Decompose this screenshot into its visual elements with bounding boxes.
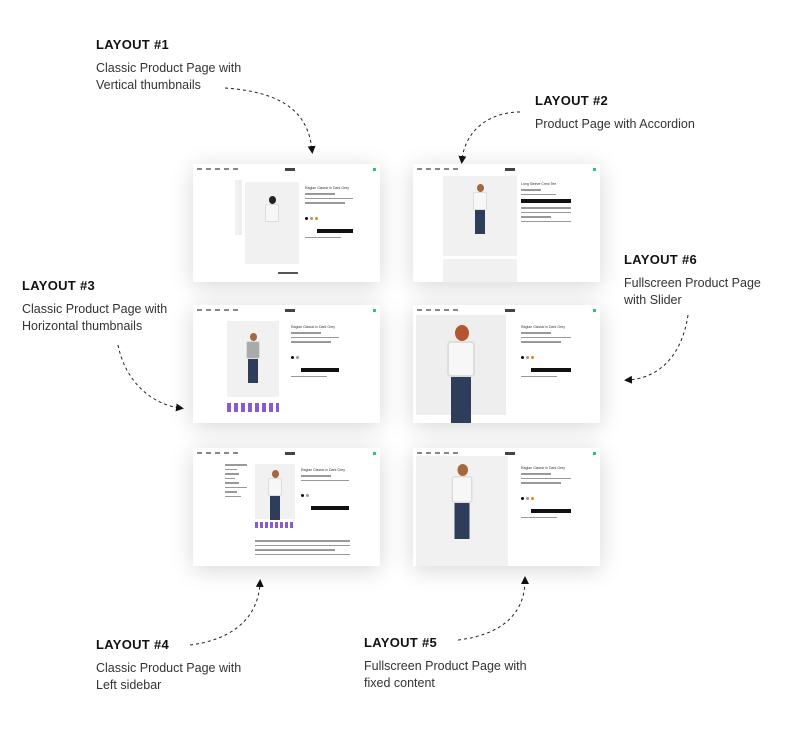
layout-desc: Horizontal thumbnails — [22, 319, 143, 333]
label-layout-4: LAYOUT #4 Classic Product Page with Left… — [96, 637, 241, 694]
layout-desc: Classic Product Page with — [22, 302, 168, 316]
mini-nav — [417, 168, 596, 172]
layout-desc: Classic Product Page with — [96, 661, 242, 675]
label-layout-2: LAYOUT #2 Product Page with Accordion — [535, 93, 695, 133]
layout-title: LAYOUT #2 — [535, 93, 609, 108]
product-info: Raglan Classic in Dark Grey — [291, 323, 339, 380]
label-layout-3: LAYOUT #3 Classic Product Page with Hori… — [22, 278, 167, 335]
arrow-layout-5 — [457, 576, 529, 641]
arrow-layout-1 — [224, 87, 316, 154]
sidebar — [225, 464, 247, 500]
preview-layout-2[interactable]: Long Sleeve Crew Tee — [413, 164, 600, 282]
arrow-layout-2 — [458, 111, 521, 164]
label-layout-1: LAYOUT #1 Classic Product Page with Vert… — [96, 37, 241, 94]
product-info: Raglan Classic in Dark Grey — [305, 184, 353, 241]
product-info: Raglan Classic in Dark Grey — [301, 466, 349, 514]
layout-desc: Vertical thumbnails — [96, 78, 201, 92]
product-title: Raglan Classic in Dark Grey — [301, 468, 345, 472]
arrow-layout-4 — [189, 579, 264, 646]
product-image — [443, 176, 517, 256]
product-image — [416, 315, 506, 423]
mini-nav — [197, 452, 376, 456]
layout-desc: Classic Product Page with — [96, 61, 242, 75]
layout-desc: fixed content — [364, 676, 435, 690]
product-title: Raglan Classic in Dark Grey — [521, 325, 565, 329]
mini-nav — [417, 309, 596, 313]
arrow-layout-3 — [117, 344, 184, 412]
layout-desc: Left sidebar — [96, 678, 162, 692]
layout-desc: Product Page with Accordion — [535, 117, 695, 131]
arrow-layout-6 — [624, 314, 689, 384]
product-title: Long Sleeve Crew Tee — [521, 182, 557, 186]
preview-layout-1[interactable]: Raglan Classic in Dark Grey — [193, 164, 380, 282]
layout-desc: Fullscreen Product Page — [624, 276, 761, 290]
product-info: Raglan Classic in Dark Grey — [521, 464, 571, 521]
product-image — [245, 182, 299, 264]
preview-layout-4[interactable]: Raglan Classic in Dark Grey — [193, 448, 380, 566]
product-info: Raglan Classic in Dark Grey — [521, 323, 571, 380]
product-image — [416, 456, 508, 566]
layout-desc: with Slider — [624, 293, 682, 307]
product-image — [255, 464, 295, 520]
layout-title: LAYOUT #3 — [22, 278, 96, 293]
layout-title: LAYOUT #6 — [624, 252, 698, 267]
label-layout-6: LAYOUT #6 Fullscreen Product Page with S… — [624, 252, 761, 309]
product-info: Long Sleeve Crew Tee — [521, 180, 571, 225]
mini-nav — [197, 309, 376, 313]
product-image — [227, 321, 279, 397]
layout-title: LAYOUT #1 — [96, 37, 170, 52]
layout-title: LAYOUT #5 — [364, 635, 438, 650]
preview-layout-6[interactable]: Raglan Classic in Dark Grey — [413, 305, 600, 423]
product-title: Raglan Classic in Dark Grey — [305, 186, 349, 190]
layout-title: LAYOUT #4 — [96, 637, 170, 652]
preview-layout-5[interactable]: Raglan Classic in Dark Grey — [413, 448, 600, 566]
layout-desc: Fullscreen Product Page with — [364, 659, 527, 673]
label-layout-5: LAYOUT #5 Fullscreen Product Page with f… — [364, 635, 527, 692]
mini-nav — [197, 168, 376, 172]
product-title: Raglan Classic in Dark Grey — [521, 466, 565, 470]
product-title: Raglan Classic in Dark Grey — [291, 325, 335, 329]
preview-layout-3[interactable]: Raglan Classic in Dark Grey — [193, 305, 380, 423]
